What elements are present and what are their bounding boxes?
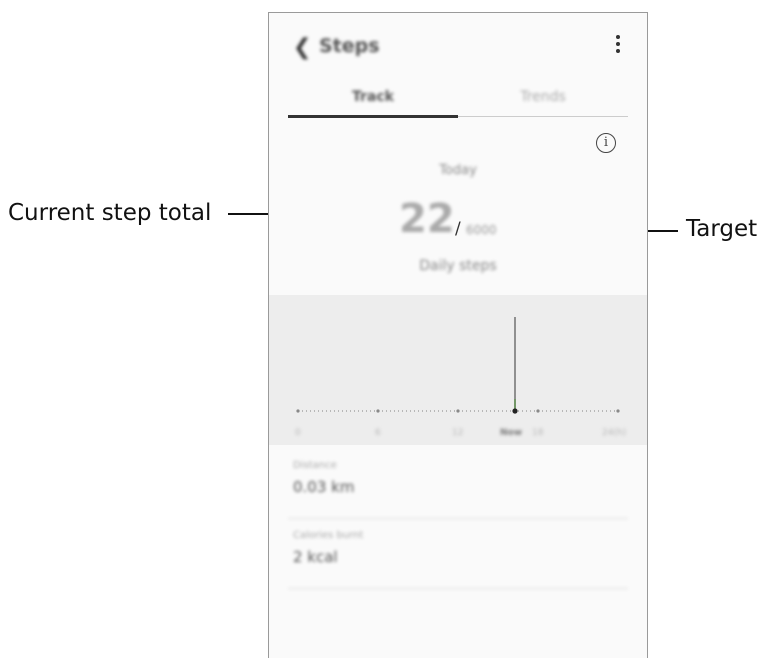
info-icon[interactable]: i <box>596 133 616 153</box>
tab-track[interactable]: Track <box>288 89 458 105</box>
more-vert-icon[interactable] <box>615 35 621 55</box>
tick-dot-18 <box>536 409 540 413</box>
tick-dot-24 <box>616 409 620 413</box>
stat-label: Calories burnt <box>293 530 364 541</box>
stat-value: 2 kcal <box>293 548 338 566</box>
tab-indicator <box>288 115 458 118</box>
daily-steps-label: Daily steps <box>419 258 497 274</box>
step-target: 6000 <box>466 223 497 237</box>
tab-bar: Track Trends <box>288 81 628 118</box>
tick-dot-12 <box>456 409 460 413</box>
tick-label-0: 0 <box>295 428 301 438</box>
tick-dot-6 <box>376 409 380 413</box>
tick-label-24: 24(h) <box>602 428 627 438</box>
tick-label-18: 18 <box>532 428 544 438</box>
tick-label-6: 6 <box>375 428 381 438</box>
steps-chart-svg <box>296 317 620 414</box>
step-separator: / <box>455 219 461 239</box>
page-title: Steps <box>319 35 380 57</box>
tab-divider <box>458 116 628 117</box>
phone-screen: ❮ Steps Track Trends i Today 22 / 6000 D… <box>268 12 648 658</box>
tab-trends[interactable]: Trends <box>458 89 628 105</box>
stat-row-distance: Distance 0.03 km <box>288 450 628 519</box>
tick-label-12: 12 <box>452 428 464 438</box>
target-callout: Target <box>686 216 758 242</box>
stat-label: Distance <box>293 460 337 471</box>
chevron-left-icon[interactable]: ❮ <box>293 35 311 60</box>
app-bar: ❮ Steps <box>269 13 647 79</box>
current-step-total: 22 <box>399 196 455 242</box>
tick-dot-0 <box>296 409 300 413</box>
time-axis-labels: 0 6 12 Now 18 24(h) <box>295 428 626 440</box>
current-step-total-callout: Current step total <box>8 200 212 226</box>
day-label: Today <box>439 163 477 178</box>
steps-chart: 0 6 12 Now 18 24(h) <box>269 295 647 445</box>
stat-value: 0.03 km <box>293 478 355 496</box>
stat-row-calories: Calories burnt 2 kcal <box>288 520 628 589</box>
tick-label-now: Now <box>500 428 523 438</box>
now-marker-dot <box>512 408 518 414</box>
